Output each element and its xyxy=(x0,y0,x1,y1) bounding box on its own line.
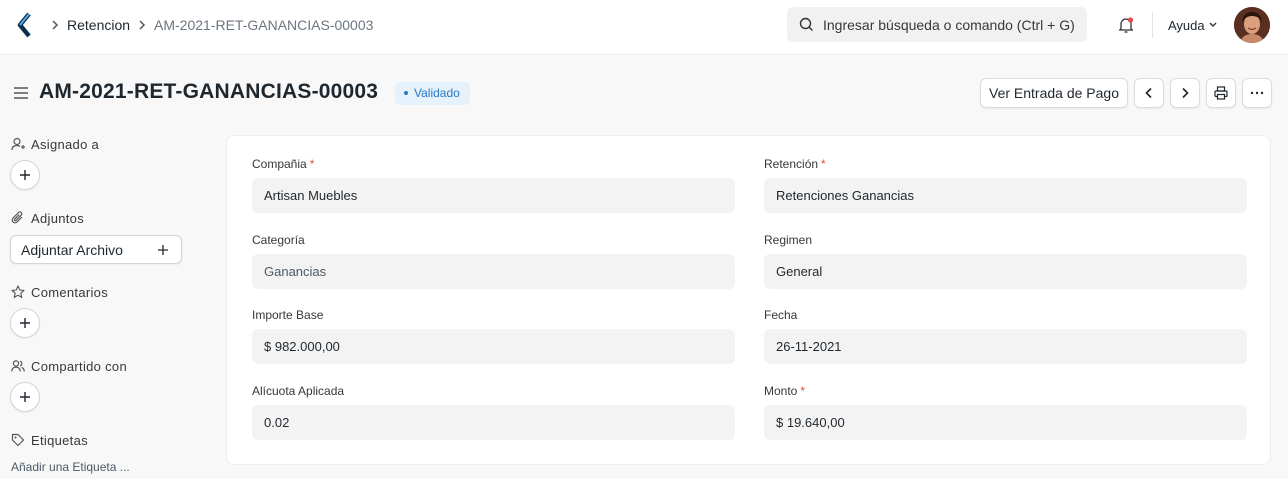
field-date[interactable]: 26-11-2021 xyxy=(764,329,1247,364)
sidebar-comments-heading: Comentarios xyxy=(11,285,108,300)
chevron-left-icon xyxy=(1145,87,1152,99)
field-regime[interactable]: General xyxy=(764,254,1247,289)
star-icon xyxy=(11,285,25,299)
navbar: Retencion AM-2021-RET-GANANCIAS-00003 In… xyxy=(0,0,1288,55)
add-tag-link[interactable]: Añadir una Etiqueta ... xyxy=(11,460,130,474)
chevron-right-icon xyxy=(139,20,146,30)
avatar[interactable] xyxy=(1234,7,1270,43)
sidebar-toggle-icon[interactable] xyxy=(13,86,29,100)
plus-icon xyxy=(158,245,168,255)
app-logo-icon[interactable] xyxy=(16,12,34,38)
sidebar-attachments-heading: Adjuntos xyxy=(11,211,84,226)
search-input[interactable]: Ingresar búsqueda o comando (Ctrl + G) xyxy=(787,7,1087,42)
view-payment-entry-button[interactable]: Ver Entrada de Pago xyxy=(980,78,1128,108)
breadcrumb-current[interactable]: AM-2021-RET-GANANCIAS-00003 xyxy=(154,17,373,33)
field-label-retention: Retención * xyxy=(764,157,826,171)
status-badge: Validado xyxy=(395,82,470,105)
chevron-right-icon xyxy=(1182,87,1189,99)
field-category[interactable]: Ganancias xyxy=(252,254,735,289)
plus-icon xyxy=(20,318,30,328)
paperclip-icon xyxy=(11,211,23,224)
plus-icon xyxy=(20,170,30,180)
more-actions-button[interactable] xyxy=(1242,78,1272,108)
field-amount[interactable]: $ 19.640,00 xyxy=(764,405,1247,440)
form-card: Compañia * Artisan Muebles Categoría Gana… xyxy=(226,135,1271,465)
field-label-base-amount: Importe Base xyxy=(252,308,324,322)
chevron-down-icon[interactable] xyxy=(1208,21,1218,29)
sidebar-tags-heading: Etiquetas xyxy=(11,433,88,448)
search-icon xyxy=(799,17,813,31)
field-label-company: Compañia * xyxy=(252,157,315,171)
sidebar-shared-heading: Compartido con xyxy=(11,359,127,374)
more-icon xyxy=(1250,91,1264,95)
bell-icon[interactable] xyxy=(1117,16,1135,34)
chevron-right-icon xyxy=(52,20,59,30)
page-title: AM-2021-RET-GANANCIAS-00003 xyxy=(39,80,379,103)
print-button[interactable] xyxy=(1206,78,1236,108)
field-company[interactable]: Artisan Muebles xyxy=(252,178,735,213)
breadcrumb-retencion[interactable]: Retencion xyxy=(67,17,130,33)
previous-doc-button[interactable] xyxy=(1134,78,1164,108)
help-menu[interactable]: Ayuda xyxy=(1168,18,1205,33)
search-placeholder: Ingresar búsqueda o comando (Ctrl + G) xyxy=(823,17,1075,33)
printer-icon xyxy=(1214,86,1228,100)
add-share-button[interactable] xyxy=(10,382,40,412)
field-rate[interactable]: 0.02 xyxy=(252,405,735,440)
field-label-rate: Alícuota Aplicada xyxy=(252,384,345,398)
plus-icon xyxy=(20,392,30,402)
attach-file-button[interactable]: Adjuntar Archivo xyxy=(10,235,182,264)
field-label-category: Categoría xyxy=(252,233,305,247)
tag-icon xyxy=(11,433,25,447)
field-base-amount[interactable]: $ 982.000,00 xyxy=(252,329,735,364)
field-retention[interactable]: Retenciones Ganancias xyxy=(764,178,1247,213)
user-add-icon xyxy=(11,137,25,151)
add-assignee-button[interactable] xyxy=(10,160,40,190)
add-comment-button[interactable] xyxy=(10,308,40,338)
field-label-regime: Regimen xyxy=(764,233,813,247)
field-label-date: Fecha xyxy=(764,308,798,322)
field-label-amount: Monto * xyxy=(764,384,806,398)
next-doc-button[interactable] xyxy=(1170,78,1200,108)
navbar-divider xyxy=(1152,12,1153,38)
users-icon xyxy=(11,360,25,372)
sidebar-assigned-heading: Asignado a xyxy=(11,137,99,152)
